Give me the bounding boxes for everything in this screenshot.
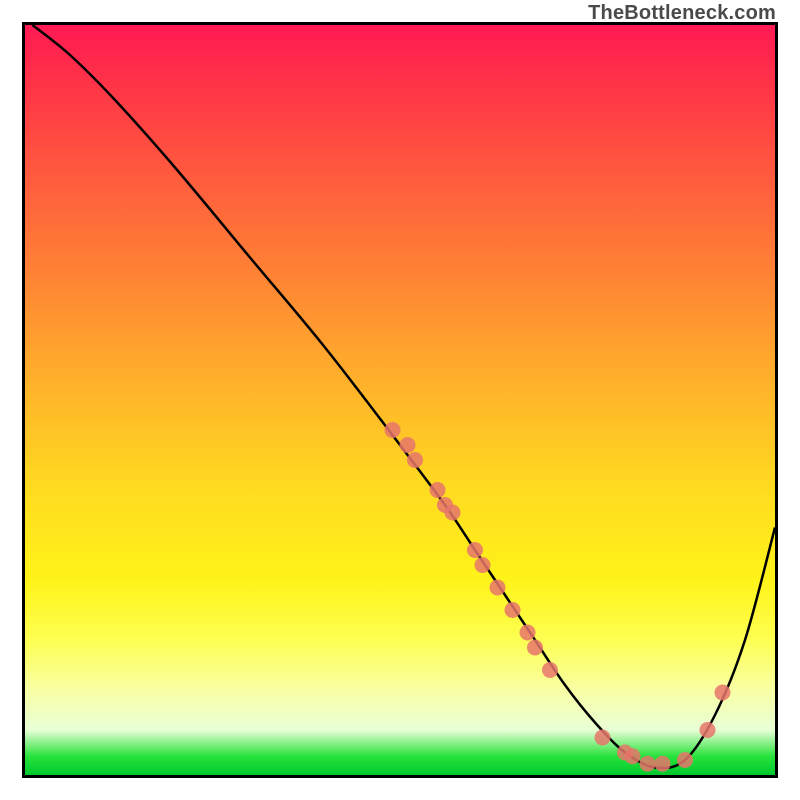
marker-point (677, 752, 693, 768)
marker-point (430, 482, 446, 498)
chart-container: TheBottleneck.com (0, 0, 800, 800)
marker-point (700, 722, 716, 738)
marker-point (625, 748, 641, 764)
marker-point (385, 422, 401, 438)
marker-point (655, 756, 671, 772)
marker-point (520, 625, 536, 641)
marker-point (640, 756, 656, 772)
marker-point (505, 602, 521, 618)
marker-point (595, 730, 611, 746)
bottleneck-curve (33, 25, 776, 768)
marker-point (542, 662, 558, 678)
marker-point (715, 685, 731, 701)
marker-point (475, 557, 491, 573)
plot-area (22, 22, 778, 778)
marker-point (527, 640, 543, 656)
marker-point (400, 437, 416, 453)
marker-point (407, 452, 423, 468)
highlight-markers (385, 422, 731, 772)
marker-point (467, 542, 483, 558)
marker-point (445, 505, 461, 521)
chart-svg (25, 25, 775, 775)
marker-point (490, 580, 506, 596)
